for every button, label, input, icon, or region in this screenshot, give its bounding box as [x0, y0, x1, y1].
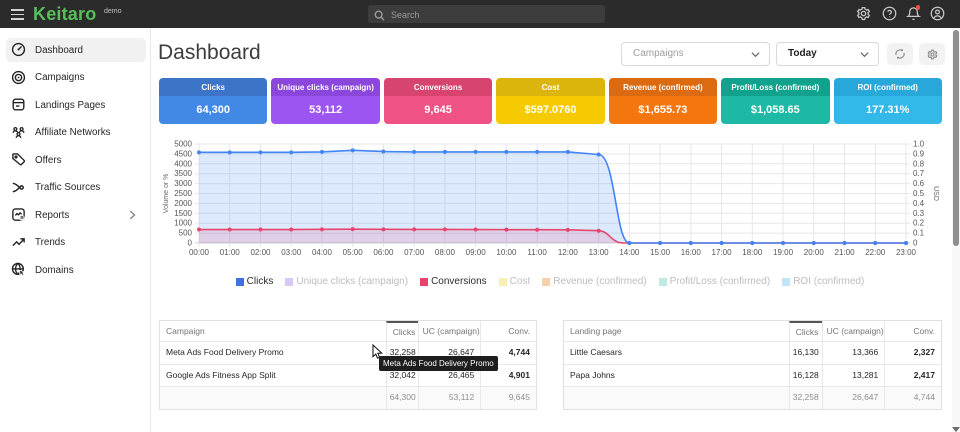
svg-text:15:00: 15:00: [650, 248, 671, 257]
svg-text:01:00: 01:00: [220, 248, 241, 257]
svg-text:00:00: 00:00: [189, 248, 210, 257]
svg-text:0.2: 0.2: [913, 219, 925, 228]
svg-text:04:00: 04:00: [312, 248, 333, 257]
svg-text:USD: USD: [932, 186, 939, 201]
svg-text:1.0: 1.0: [913, 140, 925, 149]
svg-text:17:00: 17:00: [712, 248, 733, 257]
svg-text:0.6: 0.6: [913, 179, 925, 188]
svg-text:14:00: 14:00: [619, 248, 640, 257]
svg-text:08:00: 08:00: [435, 248, 456, 257]
svg-text:0.3: 0.3: [913, 209, 925, 218]
svg-text:18:00: 18:00: [742, 248, 763, 257]
svg-text:Volume or %: Volume or %: [163, 174, 170, 214]
svg-text:500: 500: [179, 229, 193, 238]
svg-text:2000: 2000: [174, 199, 192, 208]
svg-text:20:00: 20:00: [804, 248, 825, 257]
svg-text:4000: 4000: [174, 159, 192, 168]
svg-text:1500: 1500: [174, 209, 192, 218]
svg-text:02:00: 02:00: [250, 248, 271, 257]
svg-text:10:00: 10:00: [496, 248, 517, 257]
svg-text:23:00: 23:00: [896, 248, 917, 257]
svg-text:03:00: 03:00: [281, 248, 302, 257]
svg-text:0.5: 0.5: [913, 189, 925, 198]
svg-text:0.4: 0.4: [913, 199, 925, 208]
svg-text:0: 0: [188, 239, 193, 248]
svg-text:1000: 1000: [174, 219, 192, 228]
svg-text:0: 0: [913, 239, 918, 248]
svg-text:11:00: 11:00: [527, 248, 547, 257]
svg-text:13:00: 13:00: [589, 248, 610, 257]
svg-text:0.7: 0.7: [913, 169, 925, 178]
svg-text:19:00: 19:00: [773, 248, 794, 257]
svg-text:0.8: 0.8: [913, 159, 925, 168]
svg-text:05:00: 05:00: [343, 248, 364, 257]
svg-text:12:00: 12:00: [558, 248, 579, 257]
svg-text:09:00: 09:00: [466, 248, 487, 257]
svg-text:3000: 3000: [174, 179, 192, 188]
svg-text:06:00: 06:00: [373, 248, 394, 257]
svg-text:0.1: 0.1: [913, 229, 925, 238]
svg-text:16:00: 16:00: [681, 248, 702, 257]
svg-text:2500: 2500: [174, 189, 192, 198]
svg-text:4500: 4500: [174, 149, 192, 158]
svg-text:5000: 5000: [174, 140, 192, 149]
svg-text:0.9: 0.9: [913, 149, 925, 158]
svg-text:21:00: 21:00: [835, 248, 856, 257]
svg-text:07:00: 07:00: [404, 248, 425, 257]
svg-text:3500: 3500: [174, 169, 192, 178]
svg-text:22:00: 22:00: [865, 248, 886, 257]
